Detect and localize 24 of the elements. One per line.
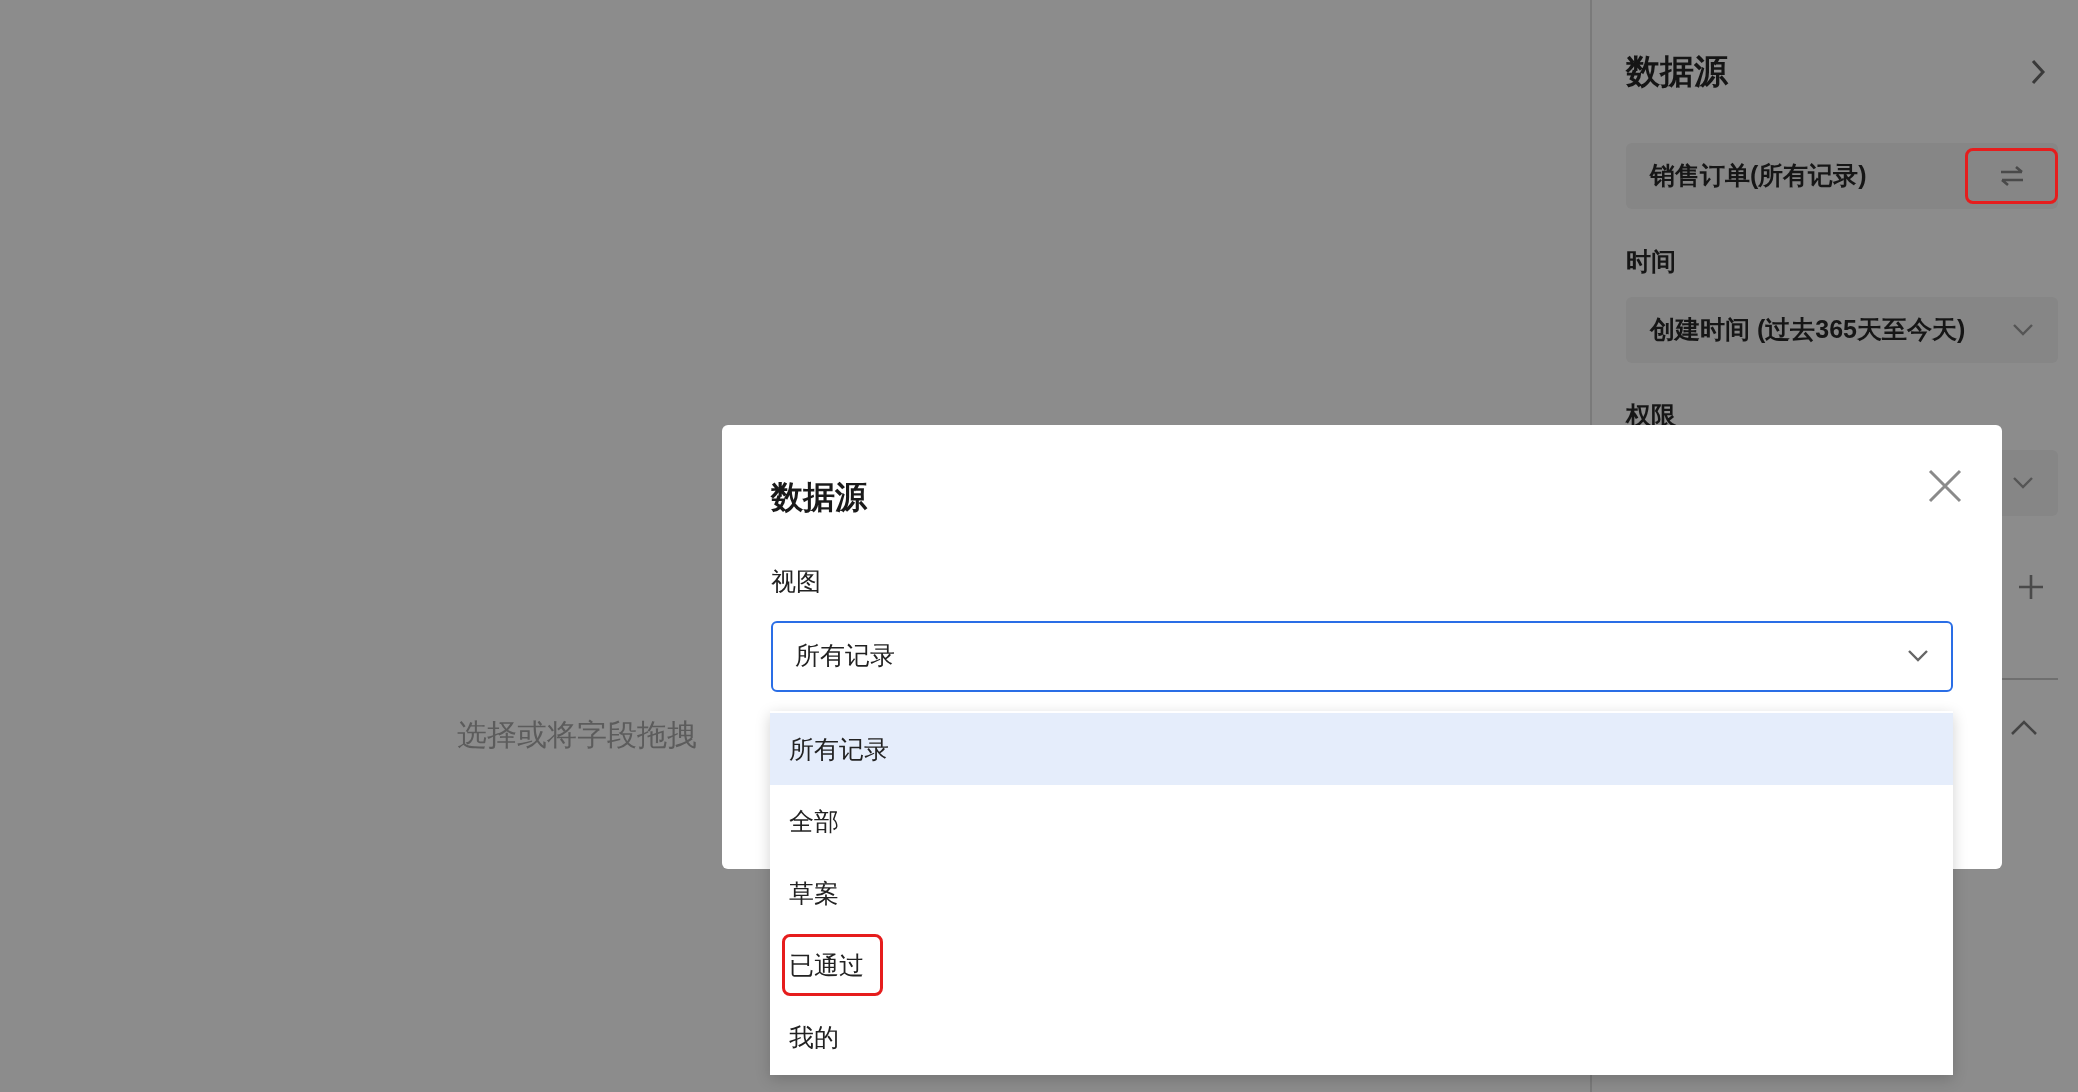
- chevron-right-icon[interactable]: [2030, 58, 2046, 85]
- data-source-field[interactable]: 销售订单(所有记录): [1626, 143, 2058, 209]
- panel-title: 数据源: [1626, 51, 1728, 92]
- plus-icon[interactable]: [2018, 574, 2044, 600]
- dropdown-option[interactable]: 已通过: [770, 929, 1953, 1001]
- field-value: 创建时间 (过去365天至今天): [1650, 313, 1966, 345]
- view-select[interactable]: 所有记录: [771, 620, 1953, 692]
- dropdown-field[interactable]: 创建时间 (过去365天至今天): [1626, 296, 2058, 363]
- select-value: 所有记录: [795, 640, 895, 672]
- field-label: 时间: [1626, 246, 1677, 277]
- dialog-title: 数据源: [771, 478, 867, 517]
- chevron-down-icon: [2012, 476, 2034, 490]
- chevron-down-icon: [2012, 322, 2034, 337]
- dropdown-option[interactable]: 我的: [770, 1001, 1953, 1073]
- dropdown-option[interactable]: 草案: [770, 857, 1953, 929]
- chevron-up-icon[interactable]: [2010, 720, 2038, 736]
- highlight-box: 已通过: [782, 934, 883, 996]
- close-button[interactable]: [1928, 469, 1962, 503]
- source-name: 销售订单(所有记录): [1650, 160, 1867, 192]
- dropdown-option[interactable]: 所有记录: [770, 713, 1953, 785]
- field-label: 视图: [771, 566, 822, 597]
- swap-button[interactable]: [1965, 148, 2058, 204]
- dropdown-option[interactable]: 全部: [770, 785, 1953, 857]
- chevron-down-icon: [1907, 649, 1929, 663]
